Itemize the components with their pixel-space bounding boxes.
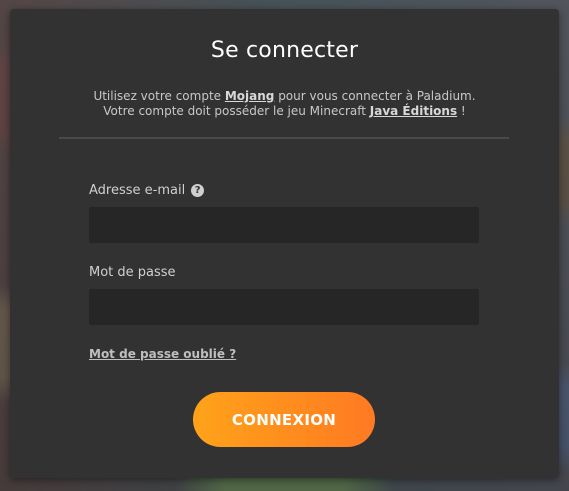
help-circle-icon[interactable]: ?	[191, 184, 205, 197]
subtitle-line1-suffix: pour vous connecter à Paladium.	[274, 89, 476, 103]
login-modal: Se connecter Utilisez votre compte Mojan…	[10, 9, 559, 478]
modal-subtitle: Utilisez votre compte Mojang pour vous c…	[10, 89, 559, 119]
email-label: Adresse e-mail ?	[89, 183, 205, 198]
email-label-text: Adresse e-mail	[89, 183, 186, 198]
modal-title: Se connecter	[210, 38, 359, 63]
password-label-text: Mot de passe	[89, 265, 176, 280]
subtitle-line-2: Votre compte doit posséder le jeu Minecr…	[10, 104, 559, 119]
subtitle-line1-prefix: Utilisez votre compte	[93, 89, 225, 103]
subtitle-line2-prefix: Votre compte doit posséder le jeu Minecr…	[103, 104, 370, 118]
mojang-link[interactable]: Mojang	[225, 89, 275, 103]
subtitle-line-1: Utilisez votre compte Mojang pour vous c…	[10, 89, 559, 104]
password-input[interactable]	[89, 289, 479, 325]
password-label: Mot de passe	[89, 265, 176, 280]
header-divider	[59, 137, 509, 139]
email-input[interactable]	[89, 207, 479, 243]
subtitle-line2-suffix: !	[457, 104, 466, 118]
login-button[interactable]: CONNEXION	[193, 392, 375, 447]
forgot-password-link[interactable]: Mot de passe oublié ?	[89, 347, 236, 361]
java-editions-link[interactable]: Java Éditions	[370, 104, 457, 118]
